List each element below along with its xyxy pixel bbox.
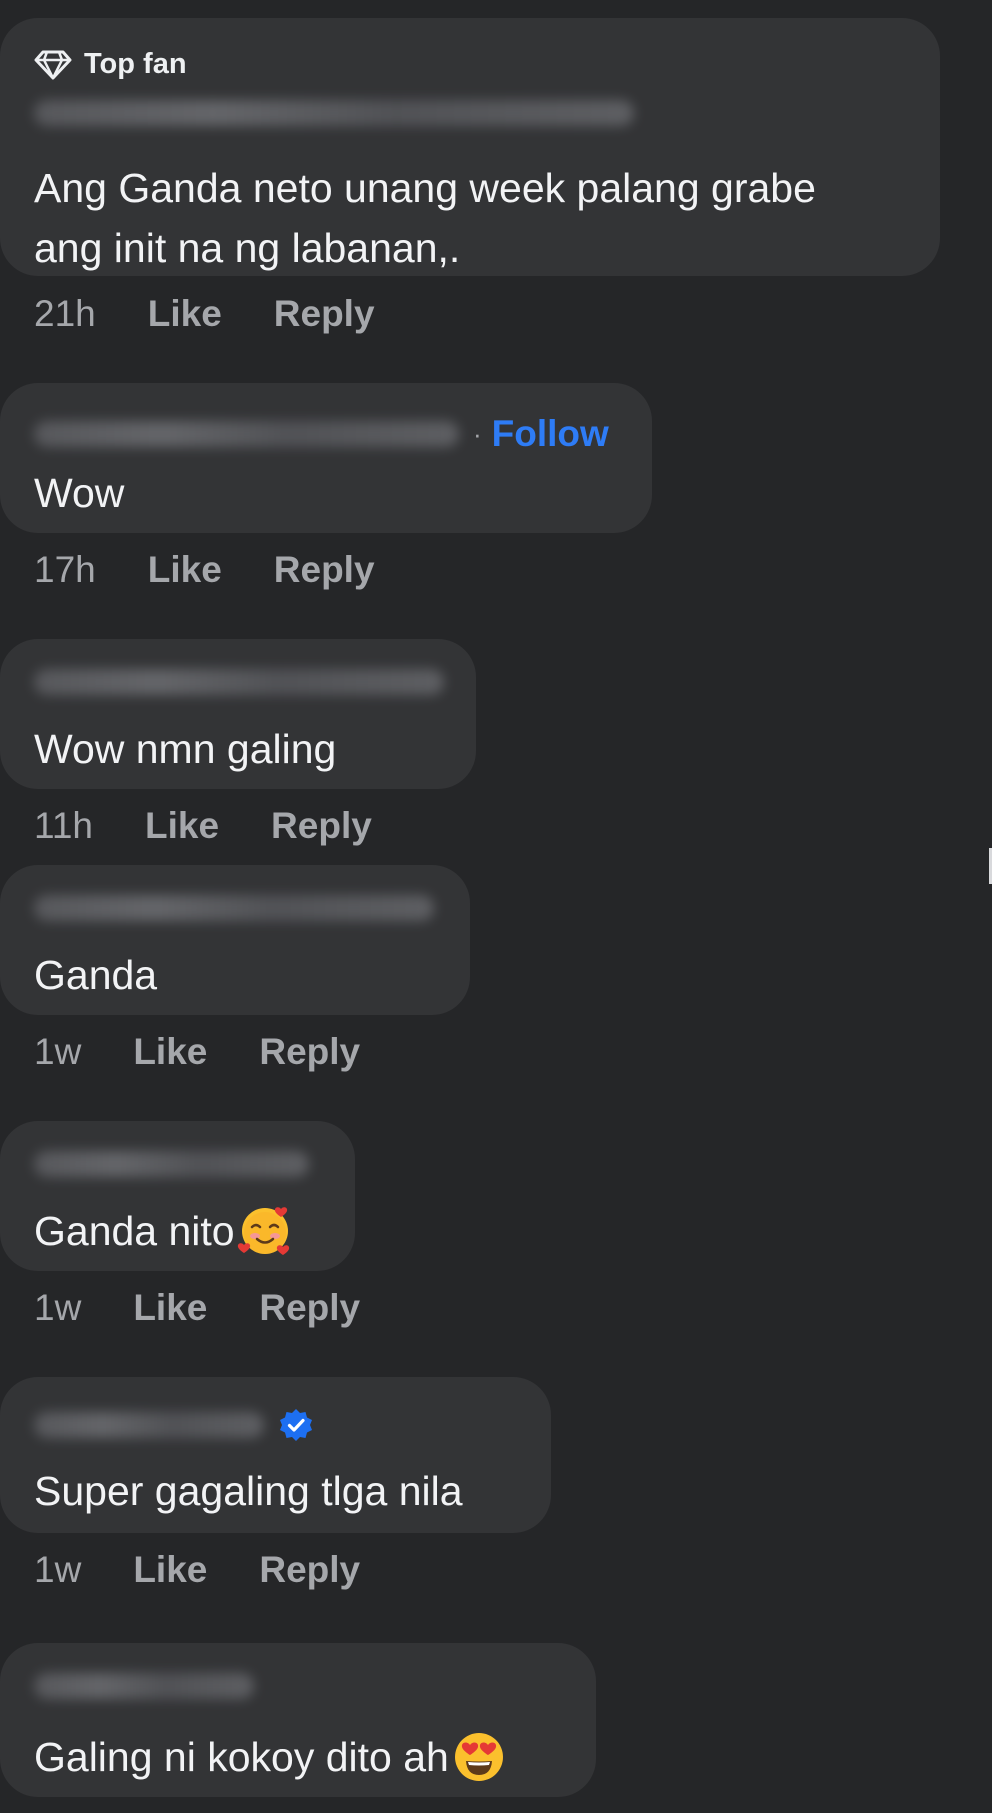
like-button[interactable]: Like — [133, 1549, 207, 1591]
top-fan-label: Top fan — [84, 48, 187, 80]
commenter-name-row — [34, 1407, 314, 1443]
comment-time: 17h — [34, 549, 96, 590]
blurred-name — [34, 100, 634, 126]
comment-time: 1w — [34, 1031, 82, 1072]
reply-button[interactable]: Reply — [259, 1549, 360, 1591]
reply-button[interactable]: Reply — [259, 1287, 360, 1329]
smiling-face-with-hearts-emoji-icon — [237, 1207, 289, 1255]
reply-button[interactable]: Reply — [259, 1031, 360, 1073]
comment-time: 1w — [34, 1549, 82, 1590]
comment-text: Wow — [34, 470, 125, 516]
comment-text: Ang Ganda neto unang week palang grabe a… — [34, 158, 816, 278]
top-fan-badge: Top fan — [34, 48, 187, 81]
blurred-name — [34, 895, 434, 921]
blurred-name — [34, 1151, 309, 1177]
follow-button[interactable]: Follow — [492, 413, 609, 455]
comment-time: 1w — [34, 1287, 82, 1328]
comment-bubble: · Follow Wow — [0, 383, 652, 533]
comment-actions: 17h Like Reply — [34, 549, 427, 591]
comment-actions: 21h Like Reply — [34, 293, 427, 335]
blurred-name — [34, 669, 444, 695]
reply-button[interactable]: Reply — [274, 549, 375, 591]
verified-badge-icon — [280, 1409, 312, 1441]
like-button[interactable]: Like — [145, 805, 219, 847]
reply-button[interactable]: Reply — [271, 805, 372, 847]
comment-text-content: Galing ni kokoy dito ah — [34, 1734, 449, 1780]
comment-bubble: Top fan Ang Ganda neto unang week palang… — [0, 18, 940, 276]
commenter-name[interactable] — [34, 1151, 309, 1177]
like-button[interactable]: Like — [148, 293, 222, 335]
comment-bubble: Ganda — [0, 865, 470, 1015]
comment-text: Ganda — [34, 952, 158, 998]
smiling-face-with-heart-eyes-emoji-icon — [454, 1733, 503, 1781]
comment-text-content: Ganda nito — [34, 1208, 235, 1254]
comment-text: Wow nmn galing — [34, 726, 337, 772]
blurred-name[interactable] — [34, 1412, 264, 1438]
diamond-icon — [34, 50, 72, 79]
comment-bubble: Wow nmn galing — [0, 639, 476, 789]
comment-text: Galing ni kokoy dito ah — [34, 1727, 507, 1787]
follow-separator: · — [473, 418, 482, 449]
comment-text-line: ang init na ng labanan,. — [34, 225, 461, 271]
comment-text: Ganda nito — [34, 1201, 293, 1261]
comment-actions: 1w Like Reply — [34, 1287, 412, 1329]
comment-actions: 1w Like Reply — [34, 1549, 412, 1591]
comment-time: 21h — [34, 293, 96, 334]
comment-actions: 11h Like Reply — [34, 805, 424, 847]
comment-bubble: Galing ni kokoy dito ah — [0, 1643, 596, 1797]
reply-button[interactable]: Reply — [274, 293, 375, 335]
comment-text-line: Ang Ganda neto unang week palang grabe — [34, 165, 816, 211]
commenter-name[interactable] — [34, 669, 444, 695]
comment-text: Super gagaling tlga nila — [34, 1468, 463, 1514]
comment-time: 11h — [34, 805, 93, 846]
like-button[interactable]: Like — [133, 1287, 207, 1329]
blurred-name — [34, 1673, 254, 1699]
like-button[interactable]: Like — [133, 1031, 207, 1073]
blurred-name[interactable] — [34, 421, 459, 447]
comment-bubble: Ganda nito — [0, 1121, 355, 1271]
commenter-name-row: · Follow — [34, 413, 609, 455]
like-button[interactable]: Like — [148, 549, 222, 591]
commenter-name[interactable] — [34, 100, 634, 126]
comment-actions: 1w Like Reply — [34, 1031, 412, 1073]
comment-bubble: Super gagaling tlga nila — [0, 1377, 551, 1533]
commenter-name[interactable] — [34, 895, 434, 921]
commenter-name[interactable] — [34, 1673, 254, 1699]
